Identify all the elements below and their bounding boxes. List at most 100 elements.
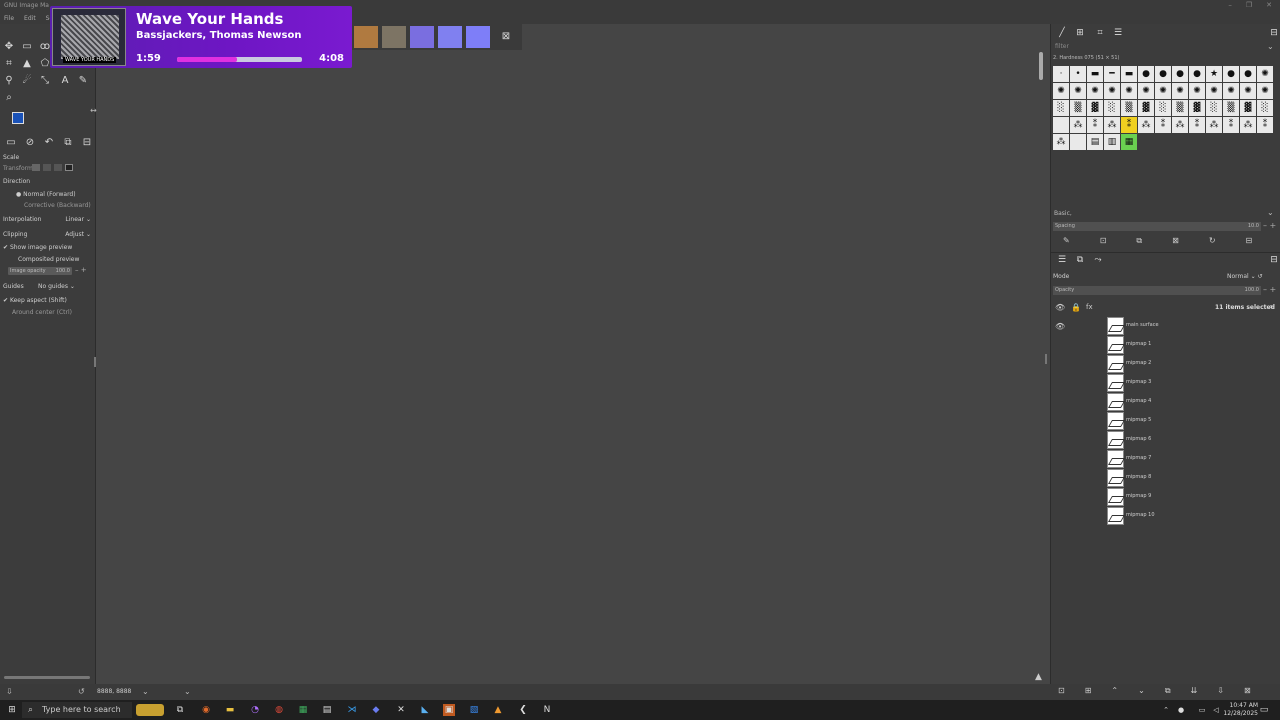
new-brush-icon[interactable]: ⊡: [1100, 236, 1107, 246]
brush-thumbnail[interactable]: ⁂: [1104, 117, 1120, 133]
brush-thumbnail[interactable]: ●: [1189, 66, 1205, 82]
duplicate-layer-icon[interactable]: ⧉: [1165, 686, 1171, 696]
volume-icon[interactable]: ◁: [1210, 704, 1222, 716]
image-tab-thumbnail[interactable]: [354, 26, 378, 48]
start-icon[interactable]: ⊞: [6, 704, 18, 716]
bucket-fill-icon[interactable]: ▲: [20, 57, 34, 71]
tray-icons[interactable]: ⌃: [1160, 704, 1172, 716]
brush-thumbnail[interactable]: ⁂: [1070, 117, 1086, 133]
layer-row[interactable]: mipmap 5: [1051, 412, 1280, 431]
zoom-select[interactable]: ⌄: [184, 687, 191, 696]
close-button[interactable]: ✕: [1266, 1, 1272, 9]
canvas-vscroll[interactable]: [1039, 52, 1043, 80]
tool-options-tab-icon[interactable]: ▭: [4, 136, 18, 150]
brush-thumbnail[interactable]: ⁂: [1172, 117, 1188, 133]
transform-layer-icon[interactable]: [32, 164, 40, 171]
menu-edit[interactable]: Edit: [24, 15, 36, 22]
brush-thumbnail[interactable]: ━: [1104, 66, 1120, 82]
brush-thumbnail[interactable]: ⁑: [1189, 117, 1205, 133]
show-preview-checkbox[interactable]: ✔ Show image preview: [3, 244, 72, 251]
raise-layer-icon[interactable]: ⌃: [1111, 686, 1118, 696]
paths-icon[interactable]: ⤡: [38, 74, 52, 88]
brush-thumbnail[interactable]: ✺: [1053, 83, 1069, 99]
transform-selection-icon[interactable]: [43, 164, 51, 171]
toolbox-hscroll[interactable]: [4, 676, 90, 679]
brush-thumbnail[interactable]: ✺: [1206, 83, 1222, 99]
crop-icon[interactable]: ⌗: [2, 57, 16, 71]
brush-thumbnail[interactable]: ✺: [1257, 66, 1273, 82]
layer-row[interactable]: mipmap 10: [1051, 507, 1280, 526]
brush-thumbnail[interactable]: ▬: [1121, 66, 1137, 82]
brush-thumbnail[interactable]: [1070, 134, 1086, 150]
image-tab-thumbnail[interactable]: [438, 26, 462, 48]
layer-visibility-icon[interactable]: 👁: [1055, 322, 1065, 331]
brush-thumbnail[interactable]: ⁑: [1087, 117, 1103, 133]
app-icon[interactable]: ◆: [370, 704, 382, 716]
toolbox-resize-handle[interactable]: [94, 357, 96, 367]
opacity-stepper[interactable]: – +: [75, 266, 87, 274]
transform-path-icon[interactable]: [54, 164, 62, 171]
duplicate-brush-icon[interactable]: ⧉: [1136, 236, 1142, 246]
store-icon[interactable]: ▦: [297, 704, 309, 716]
rect-select-icon[interactable]: ▭: [20, 40, 34, 54]
brush-thumbnail[interactable]: ✺: [1155, 83, 1171, 99]
layer-row[interactable]: mipmap 7: [1051, 450, 1280, 469]
brush-thumbnail[interactable]: ▓: [1087, 100, 1103, 116]
app-icon[interactable]: ▧: [468, 704, 480, 716]
brush-thumbnail[interactable]: ▥: [1104, 134, 1120, 150]
layer-opacity-slider[interactable]: Opacity 100.0: [1053, 286, 1261, 295]
image-tab-thumbnail[interactable]: [466, 26, 490, 48]
brush-thumbnail[interactable]: ▒: [1121, 100, 1137, 116]
guides-select[interactable]: No guides ⌄: [38, 283, 75, 290]
task-view-icon[interactable]: ⧉: [174, 704, 186, 716]
image-opacity-slider[interactable]: Image opacity 100.0: [8, 267, 72, 275]
brushes-tab-icon[interactable]: ╱: [1055, 26, 1069, 40]
maximize-button[interactable]: ❐: [1246, 1, 1252, 9]
layer-row[interactable]: mipmap 4: [1051, 393, 1280, 412]
brush-thumbnail[interactable]: ⁂: [1138, 117, 1154, 133]
save-options-icon[interactable]: ⇩: [6, 687, 13, 696]
refresh-brushes-icon[interactable]: ↻: [1209, 236, 1216, 246]
chevron-down-icon[interactable]: ⌄: [1267, 208, 1274, 217]
brush-thumbnail[interactable]: ▒: [1172, 100, 1188, 116]
image-tab-thumbnail[interactable]: [410, 26, 434, 48]
brush-filter-input[interactable]: filter: [1055, 43, 1261, 52]
search-highlight-icon[interactable]: [136, 704, 164, 716]
minimize-button[interactable]: –: [1228, 1, 1232, 9]
color-picker-icon[interactable]: ✎: [76, 74, 90, 88]
clipping-select[interactable]: Adjust ⌄: [65, 231, 91, 238]
visibility-header-icon[interactable]: 👁: [1055, 303, 1065, 312]
app-icon[interactable]: ▣: [443, 704, 455, 716]
layer-row[interactable]: main surface: [1051, 317, 1280, 336]
brush-thumbnail[interactable]: ⁂: [1053, 134, 1069, 150]
chevron-down-icon[interactable]: ⌄: [1267, 42, 1274, 51]
brush-thumbnail[interactable]: ⁂: [1206, 117, 1222, 133]
zoom-icon[interactable]: ⌕: [2, 91, 16, 105]
dock-menu-icon[interactable]: ⊟: [1267, 26, 1280, 40]
brush-thumbnail[interactable]: ▬: [1087, 66, 1103, 82]
app-icon[interactable]: ▲: [492, 704, 504, 716]
taskbar-search-input[interactable]: ⌕ Type here to search: [22, 702, 132, 718]
brush-thumbnail[interactable]: ░: [1257, 100, 1273, 116]
text-tool-icon[interactable]: A: [58, 74, 72, 88]
interpolation-select[interactable]: Linear ⌄: [65, 216, 91, 223]
patterns-tab-icon[interactable]: ⊞: [1073, 26, 1087, 40]
dock-menu-icon[interactable]: ⊟: [1267, 253, 1280, 267]
merge-layer-icon[interactable]: ⇊: [1191, 686, 1198, 696]
vscode-icon[interactable]: ⋊: [346, 704, 358, 716]
dock-resize-handle[interactable]: [1045, 354, 1047, 364]
menu-file[interactable]: File: [4, 15, 14, 22]
new-group-icon[interactable]: ⊞: [1085, 686, 1092, 696]
brush-thumbnail[interactable]: ░: [1104, 100, 1120, 116]
channels-tab-icon[interactable]: ⧉: [1073, 253, 1087, 267]
device-status-tab-icon[interactable]: ⊘: [23, 136, 37, 150]
direction-corrective-radio[interactable]: Corrective (Backward): [24, 202, 91, 209]
layer-row[interactable]: mipmap 3: [1051, 374, 1280, 393]
dock-menu-icon[interactable]: ⊟: [80, 136, 94, 150]
layer-row[interactable]: mipmap 6: [1051, 431, 1280, 450]
notifications-icon[interactable]: ▭: [1258, 704, 1270, 716]
composited-preview-checkbox[interactable]: Composited preview: [18, 256, 79, 263]
brush-thumbnail[interactable]: ▒: [1070, 100, 1086, 116]
notion-icon[interactable]: N: [541, 704, 553, 716]
app-icon[interactable]: ❮: [517, 704, 529, 716]
